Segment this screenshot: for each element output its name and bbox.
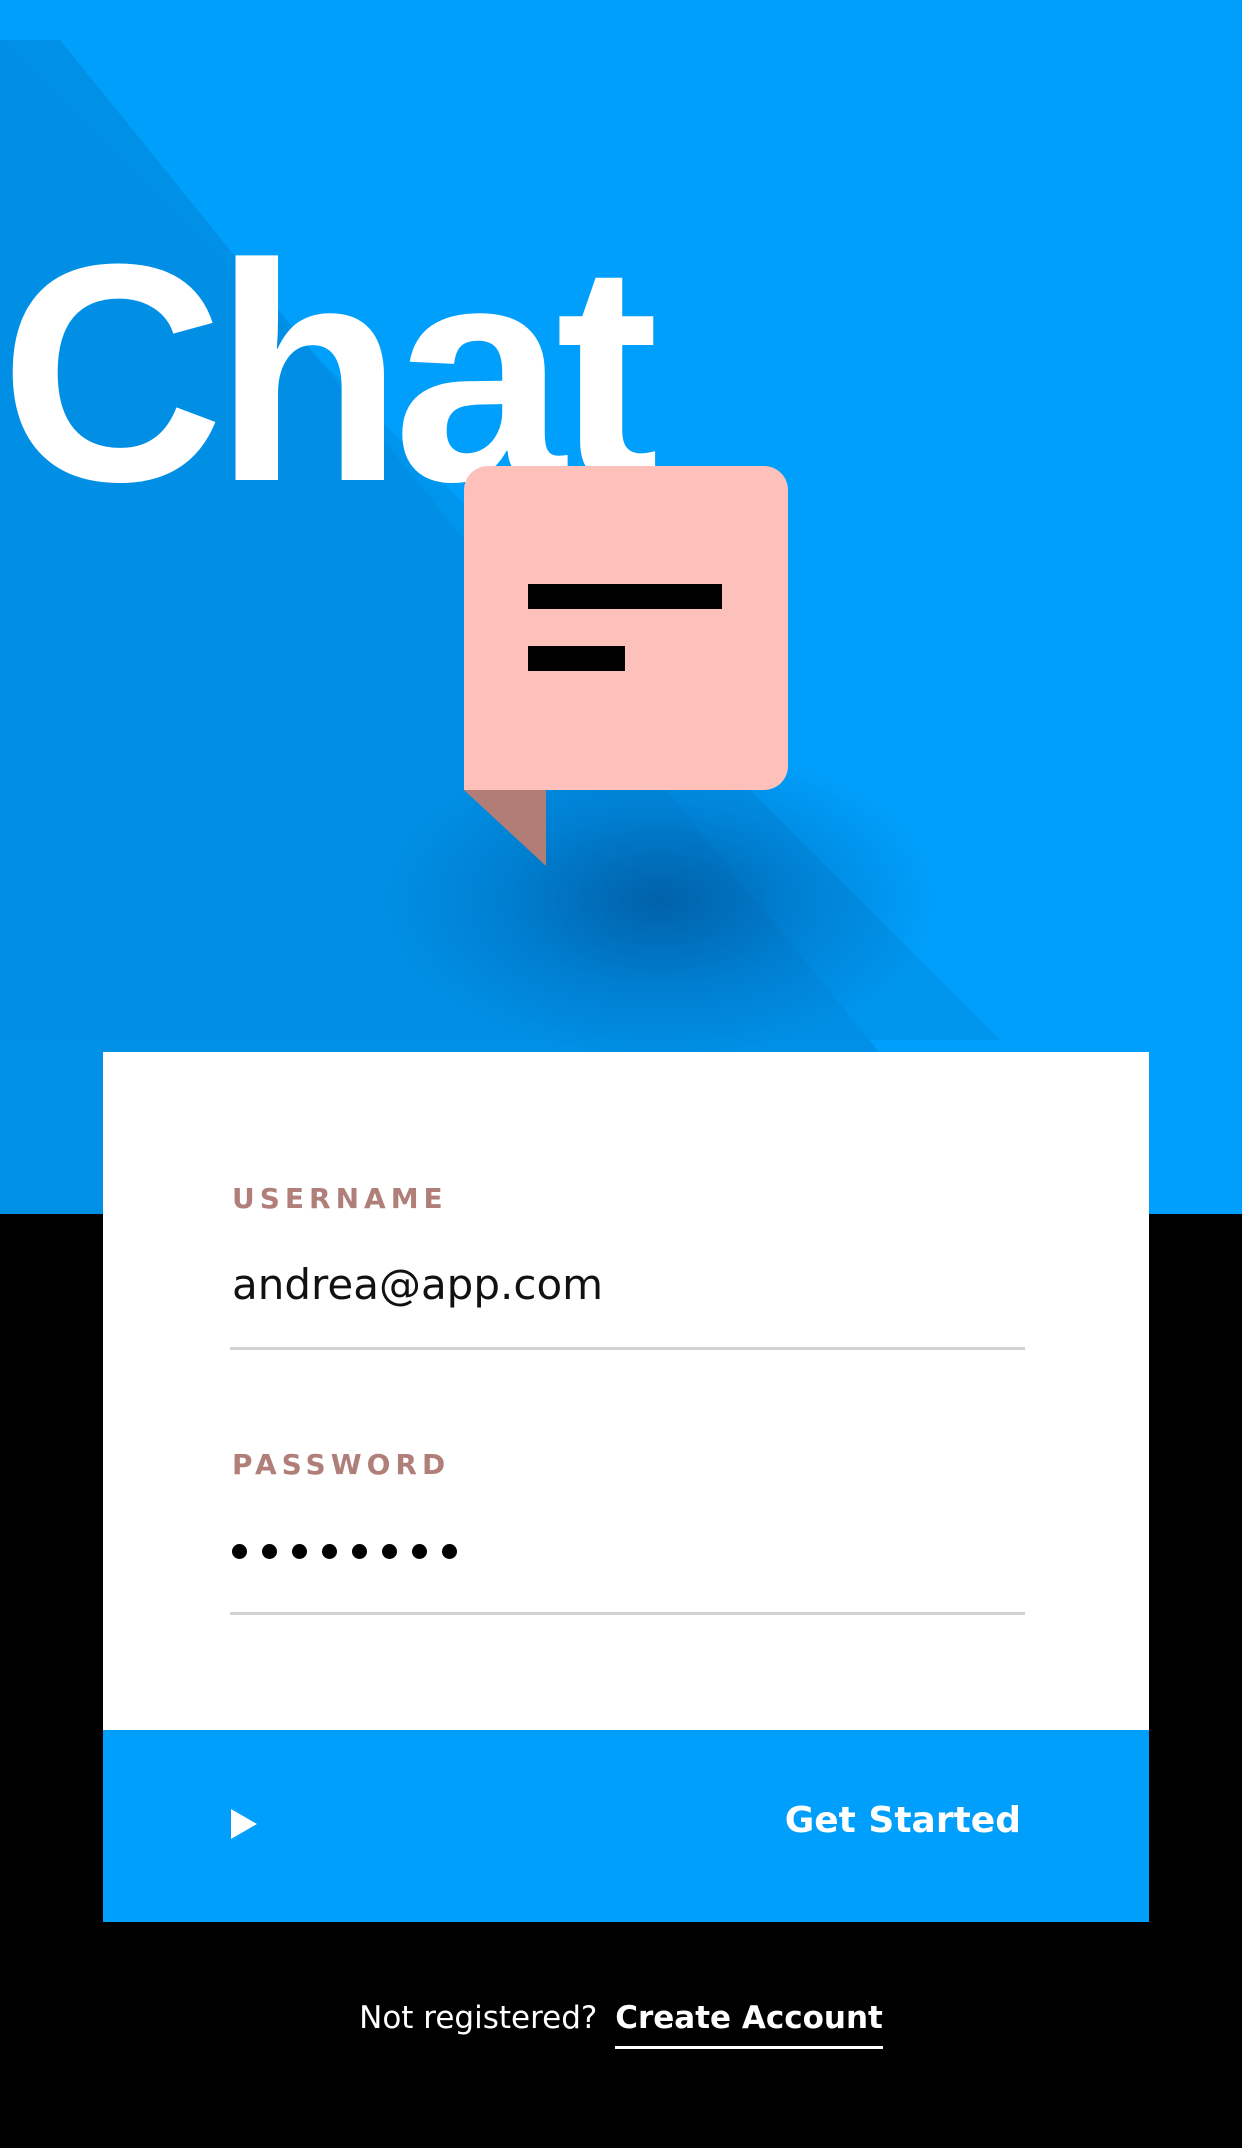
password-dot	[292, 1544, 307, 1559]
footer: Not registered? Create Account	[0, 2000, 1242, 2049]
username-input[interactable]	[232, 1258, 1022, 1310]
password-dot	[232, 1544, 247, 1559]
password-dot	[382, 1544, 397, 1559]
password-input[interactable]	[232, 1544, 457, 1559]
get-started-label: Get Started	[784, 1800, 1021, 1841]
password-dot	[442, 1544, 457, 1559]
password-label: PASSWORD	[232, 1448, 451, 1481]
hero-banner: Chat	[0, 0, 1242, 1214]
not-registered-text: Not registered?	[359, 2000, 598, 2036]
password-dot	[412, 1544, 427, 1559]
login-card: USERNAME PASSWORD Get Started	[103, 1052, 1149, 1922]
play-icon	[231, 1809, 257, 1839]
password-dot	[322, 1544, 337, 1559]
username-underline	[230, 1347, 1025, 1350]
login-screen: Chat USERNAME PASSWORD Get Started Not r…	[0, 0, 1242, 2148]
create-account-link[interactable]: Create Account	[615, 2000, 883, 2049]
username-label: USERNAME	[232, 1182, 448, 1215]
chat-bubble-icon	[464, 466, 788, 866]
get-started-button[interactable]: Get Started	[103, 1730, 1149, 1922]
password-dot	[352, 1544, 367, 1559]
password-underline	[230, 1612, 1025, 1615]
password-dot	[262, 1544, 277, 1559]
